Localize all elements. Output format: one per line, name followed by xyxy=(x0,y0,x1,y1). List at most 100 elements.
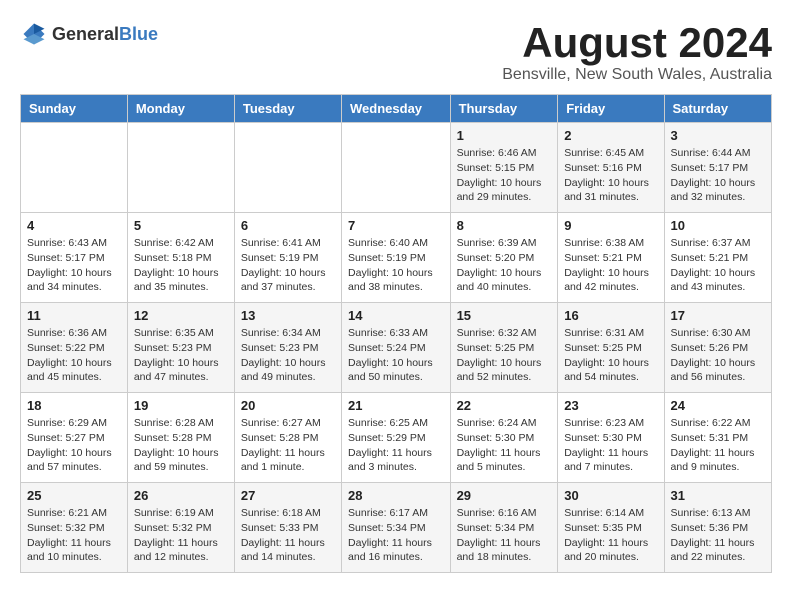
calendar-cell: 5Sunrise: 6:42 AM Sunset: 5:18 PM Daylig… xyxy=(127,213,234,303)
day-info: Sunrise: 6:32 AM Sunset: 5:25 PM Dayligh… xyxy=(457,326,552,385)
day-number: 6 xyxy=(241,218,335,233)
title-section: August 2024 Bensville, New South Wales, … xyxy=(502,20,772,84)
day-number: 30 xyxy=(564,488,657,503)
calendar-cell xyxy=(234,123,341,213)
header-tuesday: Tuesday xyxy=(234,95,341,123)
day-number: 27 xyxy=(241,488,335,503)
calendar-cell: 10 Sunrise: 6:37 AM Sunset: 5:21 PM Dayli… xyxy=(664,213,771,303)
calendar-cell xyxy=(127,123,234,213)
calendar-cell: 16Sunrise: 6:31 AM Sunset: 5:25 PM Dayli… xyxy=(558,303,664,393)
calendar-cell: 15 Sunrise: 6:32 AM Sunset: 5:25 PM Dayli… xyxy=(450,303,558,393)
calendar-cell: 7Sunrise: 6:40 AM Sunset: 5:19 PM Daylig… xyxy=(342,213,451,303)
logo-icon xyxy=(20,20,48,48)
day-number: 18 xyxy=(27,398,121,413)
calendar-cell: 8Sunrise: 6:39 AM Sunset: 5:20 PM Daylig… xyxy=(450,213,558,303)
calendar-table: SundayMondayTuesdayWednesdayThursdayFrid… xyxy=(20,94,772,573)
day-info: Sunrise: 6:46 AM Sunset: 5:15 PM Dayligh… xyxy=(457,146,552,205)
calendar-cell: 21Sunrise: 6:25 AM Sunset: 5:29 PM Dayli… xyxy=(342,393,451,483)
day-info: Sunrise: 6:41 AM Sunset: 5:19 PM Dayligh… xyxy=(241,236,335,295)
day-number: 5 xyxy=(134,218,228,233)
day-number: 31 xyxy=(671,488,765,503)
day-info: Sunrise: 6:22 AM Sunset: 5:31 PM Dayligh… xyxy=(671,416,765,475)
week-row-1: 4 Sunrise: 6:43 AM Sunset: 5:17 PM Daylig… xyxy=(21,213,772,303)
day-number: 4 xyxy=(27,218,121,233)
header-thursday: Thursday xyxy=(450,95,558,123)
day-number: 28 xyxy=(348,488,444,503)
calendar-cell: 17 Sunrise: 6:30 AM Sunset: 5:26 PM Dayli… xyxy=(664,303,771,393)
day-number: 14 xyxy=(348,308,444,323)
day-number: 23 xyxy=(564,398,657,413)
calendar-cell: 3 Sunrise: 6:44 AM Sunset: 5:17 PM Daylig… xyxy=(664,123,771,213)
day-info: Sunrise: 6:37 AM Sunset: 5:21 PM Dayligh… xyxy=(671,236,765,295)
calendar-cell: 25 Sunrise: 6:21 AM Sunset: 5:32 PM Dayli… xyxy=(21,483,128,573)
calendar-cell xyxy=(342,123,451,213)
day-info: Sunrise: 6:44 AM Sunset: 5:17 PM Dayligh… xyxy=(671,146,765,205)
day-info: Sunrise: 6:38 AM Sunset: 5:21 PM Dayligh… xyxy=(564,236,657,295)
day-number: 29 xyxy=(457,488,552,503)
day-info: Sunrise: 6:27 AM Sunset: 5:28 PM Dayligh… xyxy=(241,416,335,475)
day-info: Sunrise: 6:43 AM Sunset: 5:17 PM Dayligh… xyxy=(27,236,121,295)
calendar-cell: 18Sunrise: 6:29 AM Sunset: 5:27 PM Dayli… xyxy=(21,393,128,483)
calendar-cell: 24Sunrise: 6:22 AM Sunset: 5:31 PM Dayli… xyxy=(664,393,771,483)
day-info: Sunrise: 6:18 AM Sunset: 5:33 PM Dayligh… xyxy=(241,506,335,565)
calendar-cell: 30 Sunrise: 6:14 AM Sunset: 5:35 PM Dayli… xyxy=(558,483,664,573)
day-number: 26 xyxy=(134,488,228,503)
day-info: Sunrise: 6:36 AM Sunset: 5:22 PM Dayligh… xyxy=(27,326,121,385)
day-info: Sunrise: 6:21 AM Sunset: 5:32 PM Dayligh… xyxy=(27,506,121,565)
day-info: Sunrise: 6:19 AM Sunset: 5:32 PM Dayligh… xyxy=(134,506,228,565)
calendar-cell: 19 Sunrise: 6:28 AM Sunset: 5:28 PM Dayli… xyxy=(127,393,234,483)
day-number: 1 xyxy=(457,128,552,143)
day-number: 19 xyxy=(134,398,228,413)
day-number: 16 xyxy=(564,308,657,323)
calendar-cell: 2Sunrise: 6:45 AM Sunset: 5:16 PM Daylig… xyxy=(558,123,664,213)
header-row: SundayMondayTuesdayWednesdayThursdayFrid… xyxy=(21,95,772,123)
calendar-cell: 4 Sunrise: 6:43 AM Sunset: 5:17 PM Daylig… xyxy=(21,213,128,303)
day-number: 8 xyxy=(457,218,552,233)
calendar-cell: 12Sunrise: 6:35 AM Sunset: 5:23 PM Dayli… xyxy=(127,303,234,393)
day-number: 22 xyxy=(457,398,552,413)
day-number: 21 xyxy=(348,398,444,413)
day-number: 11 xyxy=(27,308,121,323)
logo-text-blue: Blue xyxy=(119,24,158,44)
day-info: Sunrise: 6:35 AM Sunset: 5:23 PM Dayligh… xyxy=(134,326,228,385)
day-info: Sunrise: 6:17 AM Sunset: 5:34 PM Dayligh… xyxy=(348,506,444,565)
page-header: GeneralBlue August 2024 Bensville, New S… xyxy=(20,20,772,84)
day-info: Sunrise: 6:14 AM Sunset: 5:35 PM Dayligh… xyxy=(564,506,657,565)
calendar-cell: 23 Sunrise: 6:23 AM Sunset: 5:30 PM Dayli… xyxy=(558,393,664,483)
calendar-cell: 29Sunrise: 6:16 AM Sunset: 5:34 PM Dayli… xyxy=(450,483,558,573)
day-info: Sunrise: 6:28 AM Sunset: 5:28 PM Dayligh… xyxy=(134,416,228,475)
day-number: 20 xyxy=(241,398,335,413)
day-number: 17 xyxy=(671,308,765,323)
logo: GeneralBlue xyxy=(20,20,158,48)
day-info: Sunrise: 6:34 AM Sunset: 5:23 PM Dayligh… xyxy=(241,326,335,385)
day-number: 10 xyxy=(671,218,765,233)
day-info: Sunrise: 6:30 AM Sunset: 5:26 PM Dayligh… xyxy=(671,326,765,385)
header-sunday: Sunday xyxy=(21,95,128,123)
location-subtitle: Bensville, New South Wales, Australia xyxy=(502,66,772,84)
calendar-cell: 31 Sunrise: 6:13 AM Sunset: 5:36 PM Dayli… xyxy=(664,483,771,573)
calendar-cell: 9 Sunrise: 6:38 AM Sunset: 5:21 PM Daylig… xyxy=(558,213,664,303)
day-number: 15 xyxy=(457,308,552,323)
calendar-cell: 13 Sunrise: 6:34 AM Sunset: 5:23 PM Dayli… xyxy=(234,303,341,393)
day-info: Sunrise: 6:33 AM Sunset: 5:24 PM Dayligh… xyxy=(348,326,444,385)
logo-text-general: General xyxy=(52,24,119,44)
day-number: 13 xyxy=(241,308,335,323)
day-number: 9 xyxy=(564,218,657,233)
header-wednesday: Wednesday xyxy=(342,95,451,123)
day-info: Sunrise: 6:13 AM Sunset: 5:36 PM Dayligh… xyxy=(671,506,765,565)
calendar-cell xyxy=(21,123,128,213)
day-number: 2 xyxy=(564,128,657,143)
calendar-cell: 28 Sunrise: 6:17 AM Sunset: 5:34 PM Dayli… xyxy=(342,483,451,573)
day-info: Sunrise: 6:23 AM Sunset: 5:30 PM Dayligh… xyxy=(564,416,657,475)
week-row-4: 25 Sunrise: 6:21 AM Sunset: 5:32 PM Dayli… xyxy=(21,483,772,573)
calendar-cell: 11 Sunrise: 6:36 AM Sunset: 5:22 PM Dayli… xyxy=(21,303,128,393)
calendar-cell: 14 Sunrise: 6:33 AM Sunset: 5:24 PM Dayli… xyxy=(342,303,451,393)
day-number: 25 xyxy=(27,488,121,503)
calendar-cell: 1 Sunrise: 6:46 AM Sunset: 5:15 PM Daylig… xyxy=(450,123,558,213)
header-monday: Monday xyxy=(127,95,234,123)
day-number: 3 xyxy=(671,128,765,143)
week-row-3: 18Sunrise: 6:29 AM Sunset: 5:27 PM Dayli… xyxy=(21,393,772,483)
calendar-cell: 27 Sunrise: 6:18 AM Sunset: 5:33 PM Dayli… xyxy=(234,483,341,573)
month-year-title: August 2024 xyxy=(502,20,772,66)
day-info: Sunrise: 6:40 AM Sunset: 5:19 PM Dayligh… xyxy=(348,236,444,295)
